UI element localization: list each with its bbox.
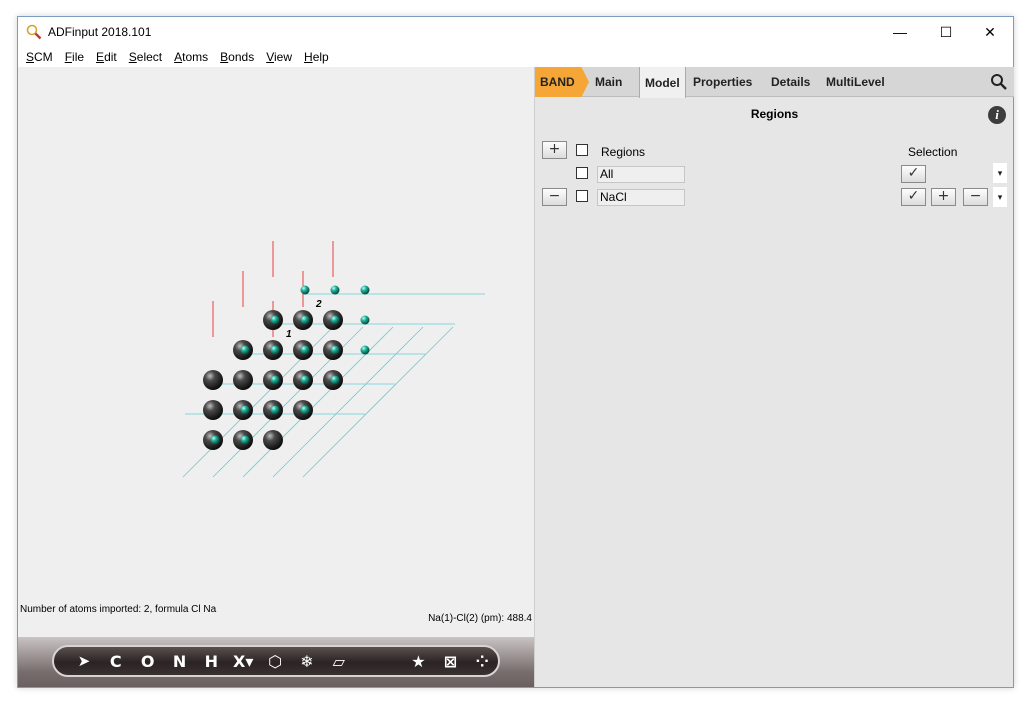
bottom-toolbar: ➤ C O N H X▾ ⬡ ❄ ▱ ★ ⊠ ⁘ [18, 637, 534, 687]
hydrogen-button[interactable]: H [195, 652, 227, 671]
chlorine-atom[interactable] [300, 345, 310, 355]
menu-bar: SCM File Edit Select Atoms Bonds View He… [18, 47, 1013, 67]
info-icon[interactable]: i [988, 106, 1006, 124]
select-arrow-icon[interactable]: ➤ [68, 652, 100, 670]
section-title: Regions [750, 107, 799, 121]
chlorine-atom[interactable] [270, 315, 280, 325]
star-icon[interactable]: ★ [403, 652, 435, 671]
chlorine-atom[interactable] [270, 345, 280, 355]
tab-multilevel[interactable]: MultiLevel [826, 67, 885, 97]
chlorine-atom[interactable] [330, 285, 340, 295]
molecule-viewer[interactable]: 1 2 Number of atoms imported: 2, formula… [18, 67, 534, 637]
tab-band[interactable]: BAND [535, 67, 589, 97]
menu-view[interactable]: View [266, 50, 292, 64]
sodium-atom[interactable] [263, 430, 283, 450]
tab-details[interactable]: Details [771, 67, 810, 97]
menu-file[interactable]: File [65, 50, 84, 64]
menu-select[interactable]: Select [129, 50, 162, 64]
chlorine-atom[interactable] [330, 345, 340, 355]
add-region-button[interactable]: + [542, 141, 567, 159]
title-bar: ADFinput 2018.101 — ☐ ✕ [18, 17, 1013, 47]
region-name-field-all[interactable]: All [597, 166, 685, 183]
menu-edit[interactable]: Edit [96, 50, 117, 64]
select-region-button-all[interactable]: ✓ [901, 165, 926, 183]
application-window: ADFinput 2018.101 — ☐ ✕ SCM File Edit Se… [17, 16, 1014, 688]
atom-label-2: 2 [315, 299, 322, 310]
settings-panel: BAND Main Model Properties Details Multi… [534, 67, 1014, 687]
minimize-button[interactable]: — [877, 17, 923, 47]
region-checkbox-all[interactable] [576, 167, 588, 179]
app-magnifier-icon [26, 24, 42, 40]
oxygen-button[interactable]: O [132, 652, 164, 671]
chlorine-atom[interactable] [210, 435, 220, 445]
menu-atoms[interactable]: Atoms [174, 50, 208, 64]
sodium-atom[interactable] [203, 400, 223, 420]
menu-help[interactable]: Help [304, 50, 329, 64]
window-title: ADFinput 2018.101 [48, 25, 152, 39]
chlorine-atom[interactable] [360, 315, 370, 325]
element-picker-button[interactable]: X▾ [227, 652, 259, 671]
remove-region-button[interactable]: − [542, 188, 567, 206]
tab-main[interactable]: Main [595, 67, 622, 97]
chevron-down-icon[interactable]: ▾ [993, 187, 1007, 207]
chlorine-atom[interactable] [240, 435, 250, 445]
chlorine-atom[interactable] [300, 315, 310, 325]
chlorine-atom[interactable] [240, 345, 250, 355]
maximize-button[interactable]: ☐ [923, 17, 969, 47]
add-to-region-button[interactable]: + [931, 188, 956, 206]
select-all-checkbox[interactable] [576, 144, 588, 156]
import-status-text: Number of atoms imported: 2, formula Cl … [20, 604, 217, 615]
distance-readout: Na(1)-Cl(2) (pm): 488.4 [428, 613, 532, 624]
chlorine-atom[interactable] [360, 285, 370, 295]
tool-palette: ➤ C O N H X▾ ⬡ ❄ ▱ ★ ⊠ ⁘ [52, 645, 500, 677]
menu-bonds[interactable]: Bonds [220, 50, 254, 64]
chevron-down-icon[interactable]: ▾ [993, 163, 1007, 183]
chlorine-atom[interactable] [330, 375, 340, 385]
search-icon[interactable] [990, 73, 1008, 91]
panel-tabs: BAND Main Model Properties Details Multi… [535, 67, 1014, 98]
chlorine-atom[interactable] [240, 405, 250, 415]
chlorine-atom[interactable] [270, 405, 280, 415]
plane-icon[interactable]: ▱ [323, 652, 355, 671]
region-name-field-nacl[interactable]: NaCl [597, 189, 685, 206]
tab-properties[interactable]: Properties [693, 67, 752, 97]
menu-scm[interactable]: SCM [26, 50, 53, 64]
carbon-button[interactable]: C [100, 652, 132, 671]
chlorine-atom[interactable] [270, 375, 280, 385]
close-button[interactable]: ✕ [967, 17, 1013, 47]
chlorine-atom[interactable] [330, 315, 340, 325]
molecule-icon[interactable]: ⁘ [466, 652, 498, 671]
selection-column-header: Selection [908, 145, 958, 159]
chlorine-atom[interactable] [300, 285, 310, 295]
regions-column-header: Regions [601, 145, 646, 159]
crystal-structure[interactable]: 1 2 [18, 67, 534, 587]
tab-model[interactable]: Model [639, 67, 686, 98]
chlorine-atom[interactable] [300, 405, 310, 415]
sodium-atom[interactable] [233, 370, 253, 390]
chlorine-atom[interactable] [360, 345, 370, 355]
ring-icon[interactable]: ⬡ [259, 652, 291, 671]
region-checkbox-nacl[interactable] [576, 190, 588, 202]
remove-from-region-button[interactable]: − [963, 188, 988, 206]
atom-label-1: 1 [286, 329, 292, 340]
chlorine-atom[interactable] [300, 375, 310, 385]
cell-box-icon[interactable]: ⊠ [434, 652, 466, 671]
select-region-button-nacl[interactable]: ✓ [901, 188, 926, 206]
snowflake-icon[interactable]: ❄ [291, 652, 323, 671]
sodium-atom[interactable] [203, 370, 223, 390]
nitrogen-button[interactable]: N [164, 652, 196, 671]
